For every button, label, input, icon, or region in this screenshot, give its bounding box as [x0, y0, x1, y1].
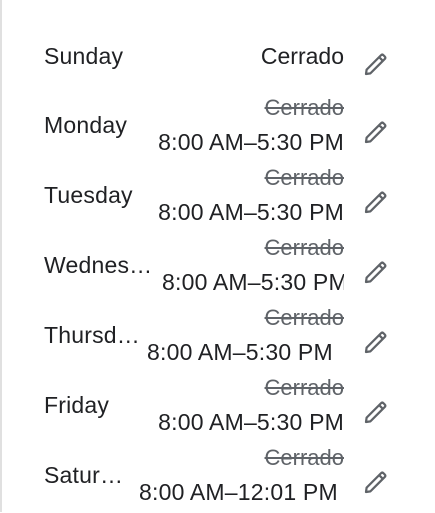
day-label: Wednesday [44, 252, 154, 278]
pencil-icon [364, 331, 387, 354]
hours-row-saturday: Cerrado Saturday 8:00 AM–12:01 PM [2, 443, 435, 513]
hours-value: 8:00 AM–5:30 PM [162, 269, 344, 295]
pencil-icon [364, 401, 387, 424]
hours-value: 8:00 AM–5:30 PM [158, 199, 344, 225]
hours-value: 8:00 AM–5:30 PM [158, 129, 344, 155]
hours-row-wednesday: Cerrado Wednesday 8:00 AM–5:30 PM [2, 233, 435, 303]
pencil-icon [364, 53, 387, 76]
hours-value: 8:00 AM–12:01 PM [139, 479, 338, 505]
closed-status-struck: Cerrado [264, 165, 344, 190]
business-hours-panel: Sunday Cerrado Cerrado Monday 8:00 AM–5:… [0, 0, 435, 512]
day-label: Tuesday [44, 182, 133, 208]
edit-monday-button[interactable] [361, 117, 391, 147]
day-label: Saturday [44, 462, 134, 488]
hours-row-tuesday: Cerrado Tuesday 8:00 AM–5:30 PM [2, 163, 435, 233]
edit-tuesday-button[interactable] [361, 187, 391, 217]
closed-status-struck: Cerrado [264, 305, 344, 330]
hours-row-friday: Cerrado Friday 8:00 AM–5:30 PM [2, 373, 435, 443]
pencil-icon [364, 471, 387, 494]
edit-friday-button[interactable] [361, 397, 391, 427]
hours-row-monday: Cerrado Monday 8:00 AM–5:30 PM [2, 93, 435, 163]
closed-status: Cerrado [260, 43, 344, 69]
hours-value: 8:00 AM–5:30 PM [158, 409, 344, 435]
hours-row-sunday: Sunday Cerrado [2, 30, 435, 100]
day-label: Thursday [44, 322, 141, 348]
closed-status-struck: Cerrado [264, 445, 344, 470]
edit-saturday-button[interactable] [361, 467, 391, 497]
pencil-icon [364, 261, 387, 284]
closed-status-struck: Cerrado [264, 235, 344, 260]
edit-thursday-button[interactable] [361, 327, 391, 357]
day-label: Friday [44, 392, 110, 418]
pencil-icon [364, 121, 387, 144]
hours-value: 8:00 AM–5:30 PM [147, 339, 333, 365]
day-label: Sunday [44, 43, 124, 69]
closed-status-struck: Cerrado [264, 375, 344, 400]
day-label: Monday [44, 112, 128, 138]
edit-sunday-button[interactable] [361, 49, 391, 79]
pencil-icon [364, 191, 387, 214]
edit-wednesday-button[interactable] [361, 257, 391, 287]
hours-row-thursday: Cerrado Thursday 8:00 AM–5:30 PM [2, 303, 435, 373]
closed-status-struck: Cerrado [264, 95, 344, 120]
